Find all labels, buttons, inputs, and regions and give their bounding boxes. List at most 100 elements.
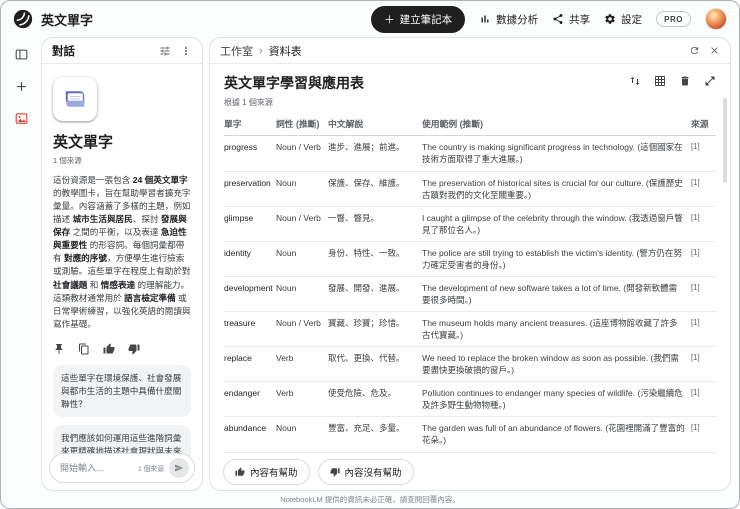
- thumb-up-icon[interactable]: [103, 343, 115, 355]
- notebooklm-logo-icon[interactable]: [13, 9, 33, 29]
- analytics-icon: [481, 15, 489, 23]
- column-header: 使用範例 (推斷): [422, 115, 691, 137]
- pin-icon[interactable]: [53, 343, 65, 355]
- example-cell: The preservation of historical sites is …: [422, 171, 691, 207]
- word-cell: preservation: [224, 171, 276, 207]
- source-cell: [1]: [691, 135, 716, 172]
- table-row: treasure Noun / Verb 寶藏、珍寶；珍惜。 The museum h…: [224, 311, 716, 348]
- summary-actions: [53, 343, 191, 355]
- word-cell: progress: [224, 135, 276, 172]
- suggestion-chip[interactable]: 這些單字在環境保護、社會發展與都市生活的主題中具備什麼關聯性？: [53, 364, 191, 418]
- summary-keyword: 城市生活與居民: [72, 214, 133, 225]
- source-cell: [1]: [691, 381, 716, 418]
- analytics-label: 數據分析: [496, 13, 539, 26]
- definition-cell: 進步、進展；前進。: [328, 135, 422, 172]
- definition-cell: 活動、運動（如競選、廣告活動）。: [328, 452, 422, 454]
- grid-icon[interactable]: [654, 75, 666, 87]
- table-row: glimpse Noun / Verb 一瞥、瞥見。 I caught a glimp…: [224, 206, 716, 242]
- scrollbar-thumb[interactable]: [723, 98, 727, 183]
- copy-icon[interactable]: [78, 343, 90, 355]
- table-row: progress Noun / Verb 進步、進展；前進。 The country …: [224, 135, 716, 172]
- feedback-not-helpful-label: 內容沒有幫助: [344, 468, 402, 479]
- pos-cell: Noun: [276, 416, 328, 453]
- example-cell: Pollution continues to endanger many spe…: [422, 381, 691, 418]
- definition-cell: 保護、保存、維護。: [328, 171, 422, 207]
- pos-cell: Verb: [276, 381, 328, 418]
- source-count: 1 個來源: [53, 156, 82, 165]
- settings-button[interactable]: 設定: [604, 12, 642, 27]
- summary-keyword: 對應的序號: [63, 253, 107, 264]
- send-button[interactable]: [169, 458, 189, 478]
- settings-label: 設定: [621, 13, 643, 26]
- plus-icon: ＋: [384, 13, 395, 26]
- book-icon: [65, 91, 85, 107]
- thumb-up-icon: [235, 467, 245, 476]
- feedback-helpful-button[interactable]: 內容有幫助: [223, 459, 310, 485]
- source-cell: [1]: [691, 206, 716, 242]
- avatar[interactable]: [705, 8, 727, 30]
- pos-cell: Noun / Verb: [276, 452, 328, 454]
- trash-icon[interactable]: [679, 75, 691, 87]
- example-cell: The garden was full of an abundance of f…: [422, 416, 691, 453]
- app-title: 英文單字: [41, 12, 94, 28]
- feedback-helpful-label: 內容有幫助: [250, 468, 298, 479]
- table-row: identity Noun 身份、特性、一致。 The police are stil…: [224, 241, 716, 277]
- convert-icon[interactable]: [629, 75, 641, 87]
- word-cell: abundance: [224, 416, 276, 453]
- topbar: 英文單字 ＋ 建立筆記本 數據分析 共享 設定 PRO: [1, 1, 739, 37]
- send-icon: [175, 464, 183, 472]
- example-cell: The country is making significant progre…: [422, 135, 691, 172]
- datatable-title: 英文單字學習與應用表: [224, 75, 364, 91]
- vocab-table: 單字 詞性 (推斷) 中文解說 使用範例 (推斷) 來源 progress Noun / …: [224, 115, 716, 454]
- create-notebook-button[interactable]: ＋ 建立筆記本: [371, 5, 466, 33]
- definition-cell: 身份、特性、一致。: [328, 241, 422, 277]
- source-cell: [1]: [691, 452, 716, 454]
- table-row: preservation Noun 保護、保存、維護。 The preservatio…: [224, 171, 716, 207]
- more-vertical-icon[interactable]: [180, 45, 192, 57]
- chat-panel-header: 對話: [42, 38, 202, 64]
- thumb-down-icon[interactable]: [128, 343, 140, 355]
- word-cell: endanger: [224, 381, 276, 418]
- definition-cell: 使受危險、危及。: [328, 381, 422, 418]
- word-cell: treasure: [224, 311, 276, 348]
- column-header: 詞性 (推斷): [276, 115, 328, 137]
- definition-cell: 發展、開發、進展。: [328, 276, 422, 313]
- create-notebook-label: 建立筆記本: [399, 13, 453, 26]
- word-cell: identity: [224, 241, 276, 277]
- tune-icon[interactable]: [159, 45, 171, 57]
- vocab-table-body: progress Noun / Verb 進步、進展；前進。 The country …: [224, 135, 716, 454]
- table-row: development Noun 發展、開發、進展。 The development …: [224, 276, 716, 313]
- share-label: 共享: [569, 13, 591, 26]
- table-row: abundance Noun 豐富、充足、多量。 The garden was ful…: [224, 416, 716, 453]
- source-title: 英文單字: [53, 134, 114, 151]
- disclaimer: NotebookLM 提供的資訊未必正確，請查閱回覆內容。: [280, 495, 460, 504]
- breadcrumb-studio[interactable]: 工作室: [220, 43, 253, 59]
- expand-icon[interactable]: [704, 75, 716, 87]
- collapse-panel-icon[interactable]: [14, 47, 29, 62]
- analytics-button[interactable]: 數據分析: [479, 12, 538, 27]
- datatable-content: 英文單字學習與應用表 根據 1 個來源 單字 詞性 (推斷) 中文解說 使用範例…: [210, 64, 730, 454]
- word-cell: glimpse: [224, 206, 276, 242]
- table-row: endanger Verb 使受危險、危及。 Pollution continues …: [224, 381, 716, 418]
- chat-input-bar: 1 個來源: [49, 453, 195, 483]
- example-cell: I caught a glimpse of the celebrity thro…: [422, 206, 691, 242]
- image-icon[interactable]: [14, 111, 29, 126]
- share-button[interactable]: 共享: [552, 12, 590, 27]
- source-cell: [1]: [691, 346, 716, 383]
- example-cell: The museum holds many ancient treasures.…: [422, 311, 691, 348]
- chat-input[interactable]: [60, 463, 133, 473]
- source-summary: 這份資源是一張包含 24 個英文單字 的教學圖卡，旨在幫助學習者擴充字彙量。內容…: [53, 174, 191, 331]
- add-icon[interactable]: [14, 79, 29, 94]
- word-cell: campaign: [224, 452, 276, 454]
- left-rail: [1, 37, 41, 491]
- share-icon: [553, 14, 563, 24]
- feedback-not-helpful-button[interactable]: 內容沒有幫助: [317, 459, 414, 485]
- chevron-right-icon: ›: [259, 44, 263, 57]
- refresh-icon[interactable]: [689, 45, 700, 56]
- example-cell: The marketing campaign was very successf…: [422, 452, 691, 454]
- source-cell: [1]: [691, 241, 716, 277]
- gear-icon: [605, 14, 615, 24]
- definition-cell: 取代、更換、代替。: [328, 346, 422, 383]
- summary-text: 之間的平衡，以及表達: [70, 227, 161, 238]
- close-icon[interactable]: [709, 45, 720, 56]
